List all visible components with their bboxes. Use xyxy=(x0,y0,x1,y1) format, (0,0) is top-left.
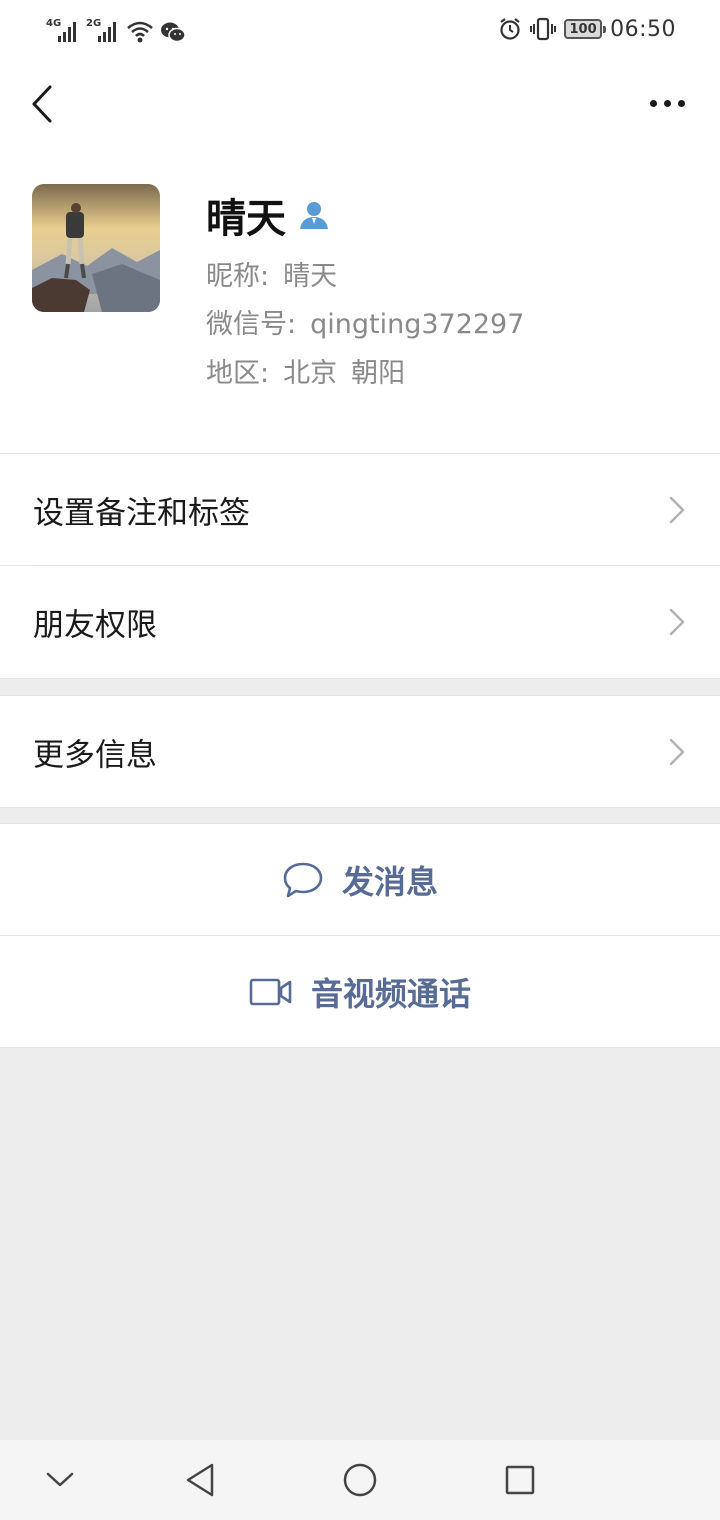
nav-recents-button[interactable] xyxy=(500,1460,540,1500)
status-bar: 4G 2G 100 06:50 xyxy=(0,0,720,58)
video-call-label: 音视频通话 xyxy=(310,974,471,1013)
friend-permissions-label: 朋友权限 xyxy=(33,607,157,644)
battery-icon: 100 xyxy=(564,19,607,39)
chevron-left-icon xyxy=(32,85,52,123)
vibrate-icon xyxy=(530,17,557,41)
friend-permissions-cell[interactable]: 朋友权限 xyxy=(0,566,720,678)
send-message-button[interactable]: 发消息 xyxy=(0,824,720,935)
alarm-icon xyxy=(500,18,520,40)
hide-nav-button[interactable] xyxy=(40,1460,80,1500)
more-dots-icon xyxy=(649,99,657,107)
remark-tags-cell[interactable]: 设置备注和标签 xyxy=(0,454,720,565)
circle-home-icon xyxy=(343,1463,377,1497)
friend-badge-icon xyxy=(300,202,328,229)
more-info-label: 更多信息 xyxy=(33,737,157,773)
chat-bubble-icon xyxy=(283,862,323,897)
nav-back-button[interactable] xyxy=(180,1460,220,1500)
nickname-value: 晴天 xyxy=(283,261,338,292)
nickname-label: 昵称: xyxy=(206,261,270,292)
wechat-id-label: 微信号: xyxy=(206,309,297,340)
divider xyxy=(0,1047,720,1048)
region-district: 朝阳 xyxy=(351,358,406,389)
more-info-cell[interactable]: 更多信息 xyxy=(0,696,720,807)
contact-name: 晴天 xyxy=(206,196,286,242)
region-label: 地区: xyxy=(206,358,270,389)
wechat-icon xyxy=(161,22,186,43)
more-dot xyxy=(677,99,685,107)
avatar[interactable] xyxy=(32,184,160,312)
wechat-id-row: 微信号: qingting372297 xyxy=(206,302,524,341)
wechat-id-value[interactable]: qingting372297 xyxy=(310,309,524,340)
divider xyxy=(0,678,720,679)
chevron-down-icon xyxy=(46,1472,74,1487)
video-camera-icon xyxy=(249,978,292,1005)
chevron-right-icon xyxy=(669,738,685,765)
region-city: 北京 xyxy=(283,358,338,389)
more-button[interactable] xyxy=(644,88,690,118)
region-row: 地区: 北京 朝阳 xyxy=(206,351,405,390)
contact-profile-screen: 4G 2G 100 06:50 晴天 昵称: 晴天 微信号: qingting3… xyxy=(0,0,720,1520)
video-call-button[interactable]: 音视频通话 xyxy=(0,936,720,1047)
signal-4g-icon: 4G xyxy=(46,18,80,44)
send-message-label: 发消息 xyxy=(341,862,438,901)
chevron-right-icon xyxy=(669,608,685,636)
nav-bar xyxy=(0,58,720,150)
profile-header: 晴天 昵称: 晴天 微信号: qingting372297 地区: 北京 朝阳 xyxy=(0,150,720,454)
wifi-icon xyxy=(127,21,153,43)
chevron-right-icon xyxy=(669,496,685,523)
system-nav-bar xyxy=(0,1440,720,1520)
triangle-back-icon xyxy=(186,1463,214,1497)
more-dot xyxy=(663,99,671,107)
remark-tags-label: 设置备注和标签 xyxy=(33,495,250,531)
nav-home-button[interactable] xyxy=(340,1460,380,1500)
divider xyxy=(0,807,720,808)
nickname-row: 昵称: 晴天 xyxy=(206,254,337,293)
signal-2g-icon: 2G xyxy=(86,18,120,44)
back-button[interactable] xyxy=(22,82,62,126)
avatar-image xyxy=(32,184,160,312)
battery-level: 100 xyxy=(569,21,597,37)
status-time: 06:50 xyxy=(610,16,676,42)
square-recents-icon xyxy=(505,1465,535,1495)
